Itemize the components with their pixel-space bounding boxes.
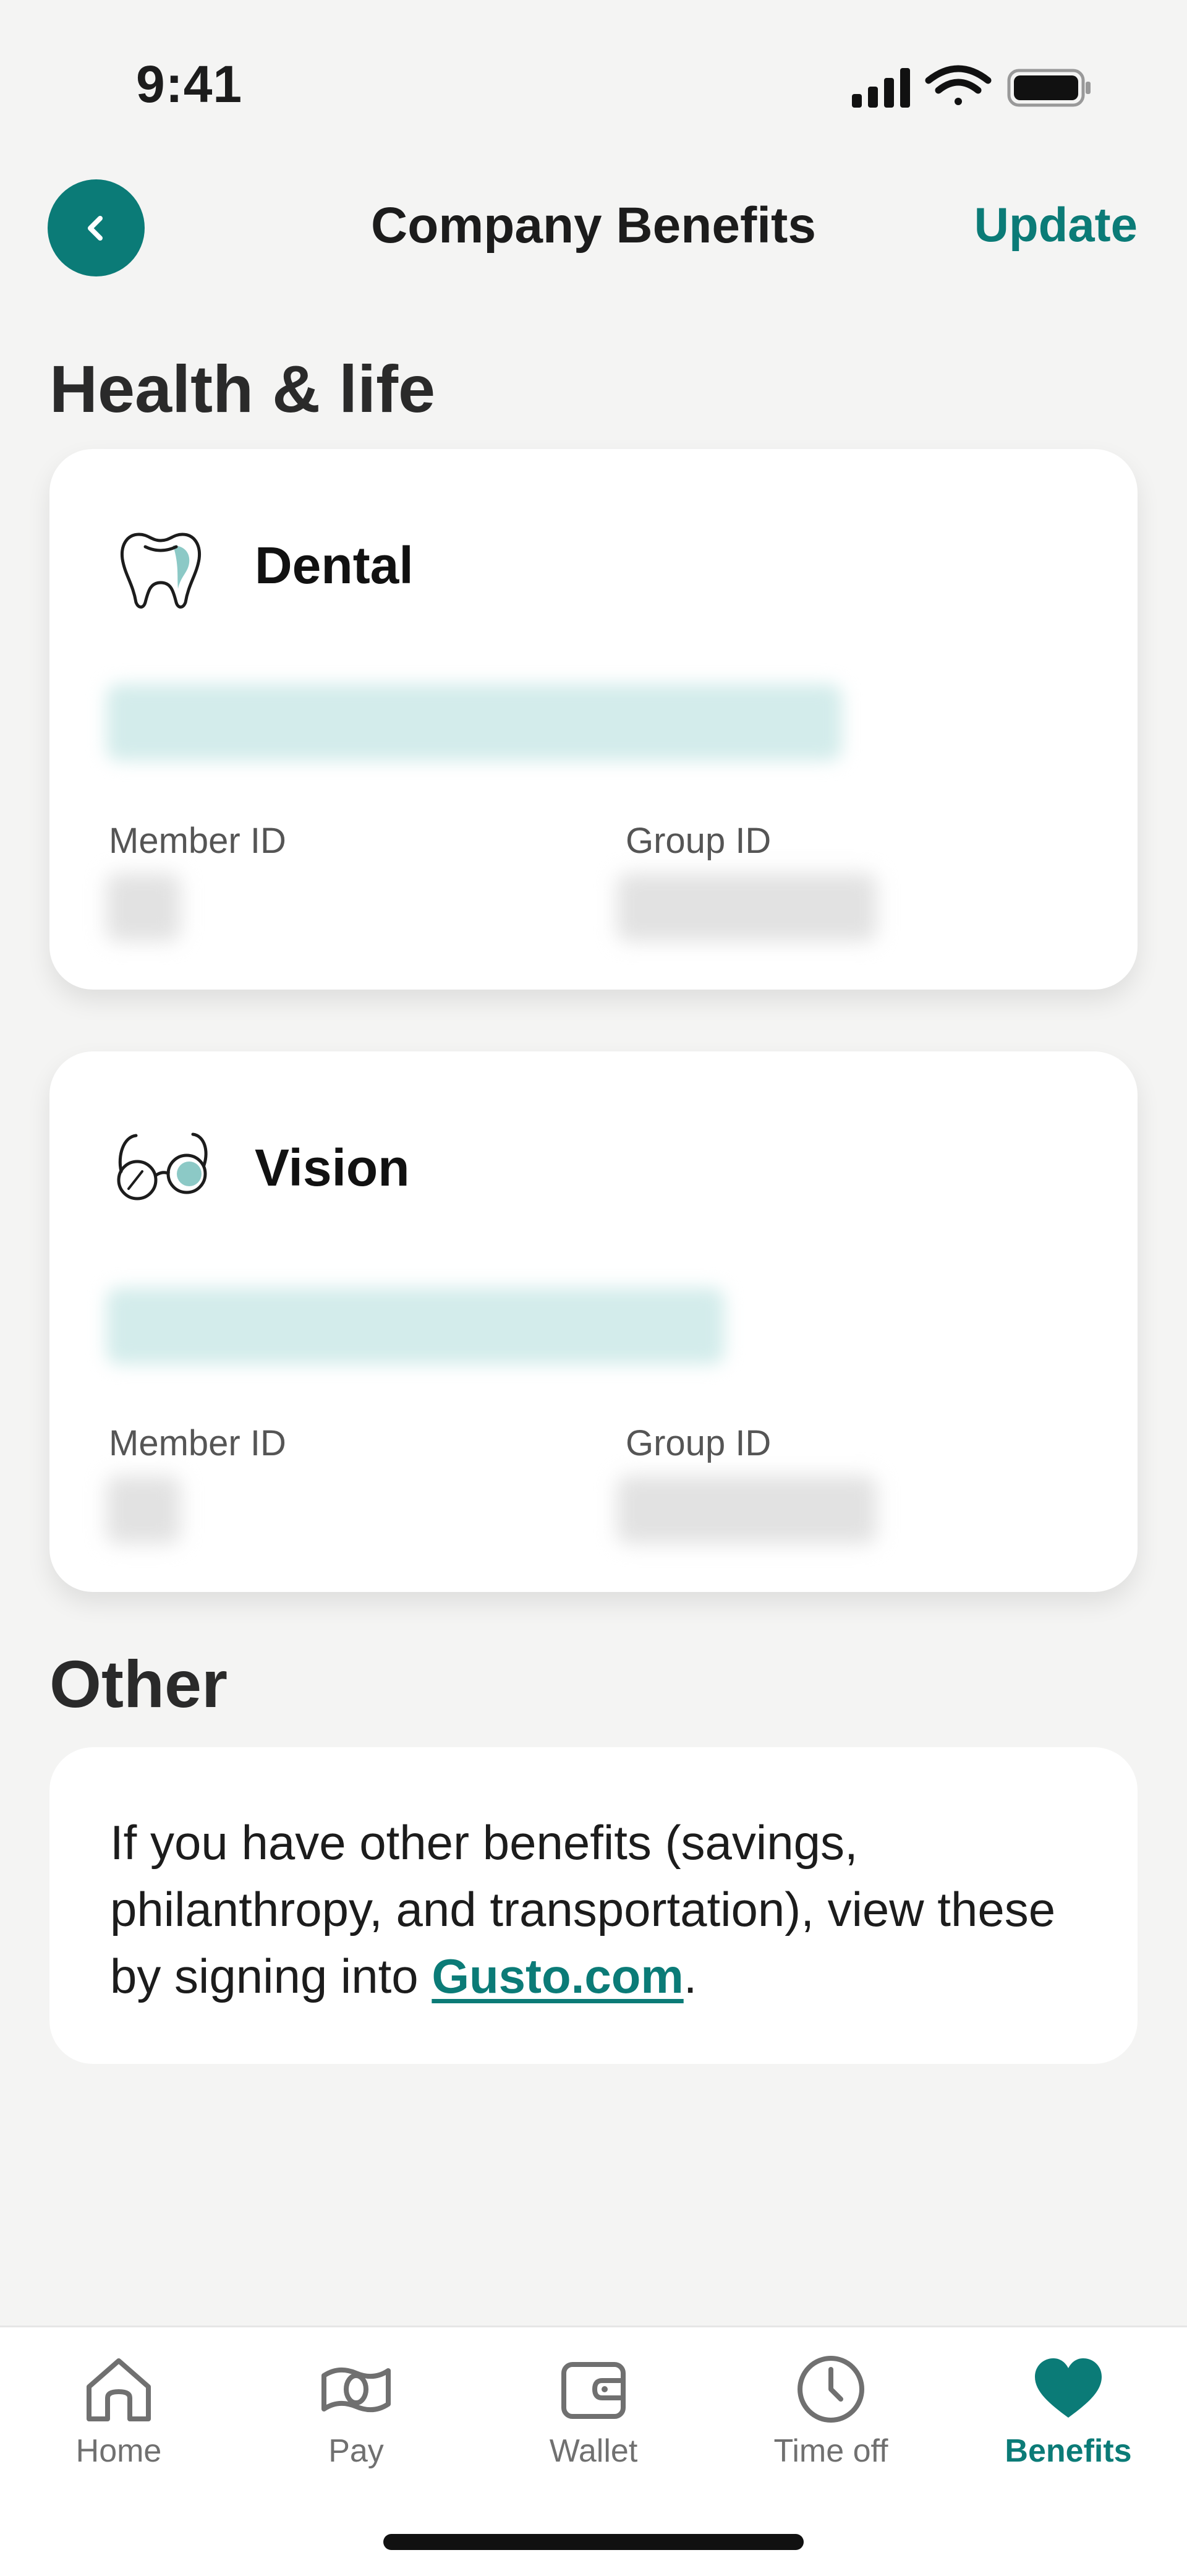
tab-wallet[interactable]: Wallet [475,2352,712,2470]
dental-plan-redacted [106,684,842,761]
status-icons [852,65,1091,108]
vision-group-label: Group ID [626,1423,772,1463]
tab-time-off-label: Time off [773,2433,888,2469]
vision-group-id-redacted [617,1476,877,1544]
other-benefits-card: If you have other benefits (savings, phi… [49,1747,1138,2064]
section-title-other: Other [49,1646,228,1721]
tab-home[interactable]: Home [0,2352,237,2470]
status-time: 9:41 [136,55,243,113]
tab-pay-label: Pay [328,2433,384,2469]
home-icon [87,2358,151,2421]
vision-plan-redacted [106,1288,725,1364]
vision-member-id-redacted [106,1476,181,1544]
wifi-icon [925,65,992,105]
clock-icon [798,2356,864,2423]
dental-group-label: Group ID [626,821,772,861]
dental-member-id-redacted [106,873,181,941]
other-text-after: . [683,1949,697,2003]
tab-home-label: Home [75,2433,162,2469]
tab-benefits-label: Benefits [1005,2433,1132,2469]
wallet-icon [561,2362,626,2419]
tab-time-off[interactable]: Time off [712,2352,950,2470]
cellular-signal-icon [852,68,910,108]
battery-icon [1007,69,1091,107]
section-title-health: Health & life [49,351,436,426]
vision-title: Vision [255,1139,410,1197]
vision-card[interactable]: Vision Member ID Group ID [49,1051,1138,1592]
pay-icon [321,2367,391,2413]
dental-group-id-redacted [617,873,877,941]
dental-card[interactable]: Dental Member ID Group ID [49,449,1138,990]
gusto-link[interactable]: Gusto.com [432,1949,683,2003]
vision-member-label: Member ID [109,1423,286,1463]
dental-member-label: Member ID [109,821,286,861]
dental-title: Dental [255,536,414,594]
tab-pay[interactable]: Pay [237,2352,475,2470]
tab-wallet-label: Wallet [549,2433,638,2469]
other-benefits-text: If you have other benefits (savings, phi… [110,1809,1087,2009]
update-button[interactable]: Update [974,197,1138,253]
home-indicator [383,2534,804,2550]
tab-benefits[interactable]: Benefits [950,2352,1187,2470]
heart-icon [1035,2358,1102,2418]
tooth-icon [120,533,202,609]
glasses-icon [117,1132,208,1200]
